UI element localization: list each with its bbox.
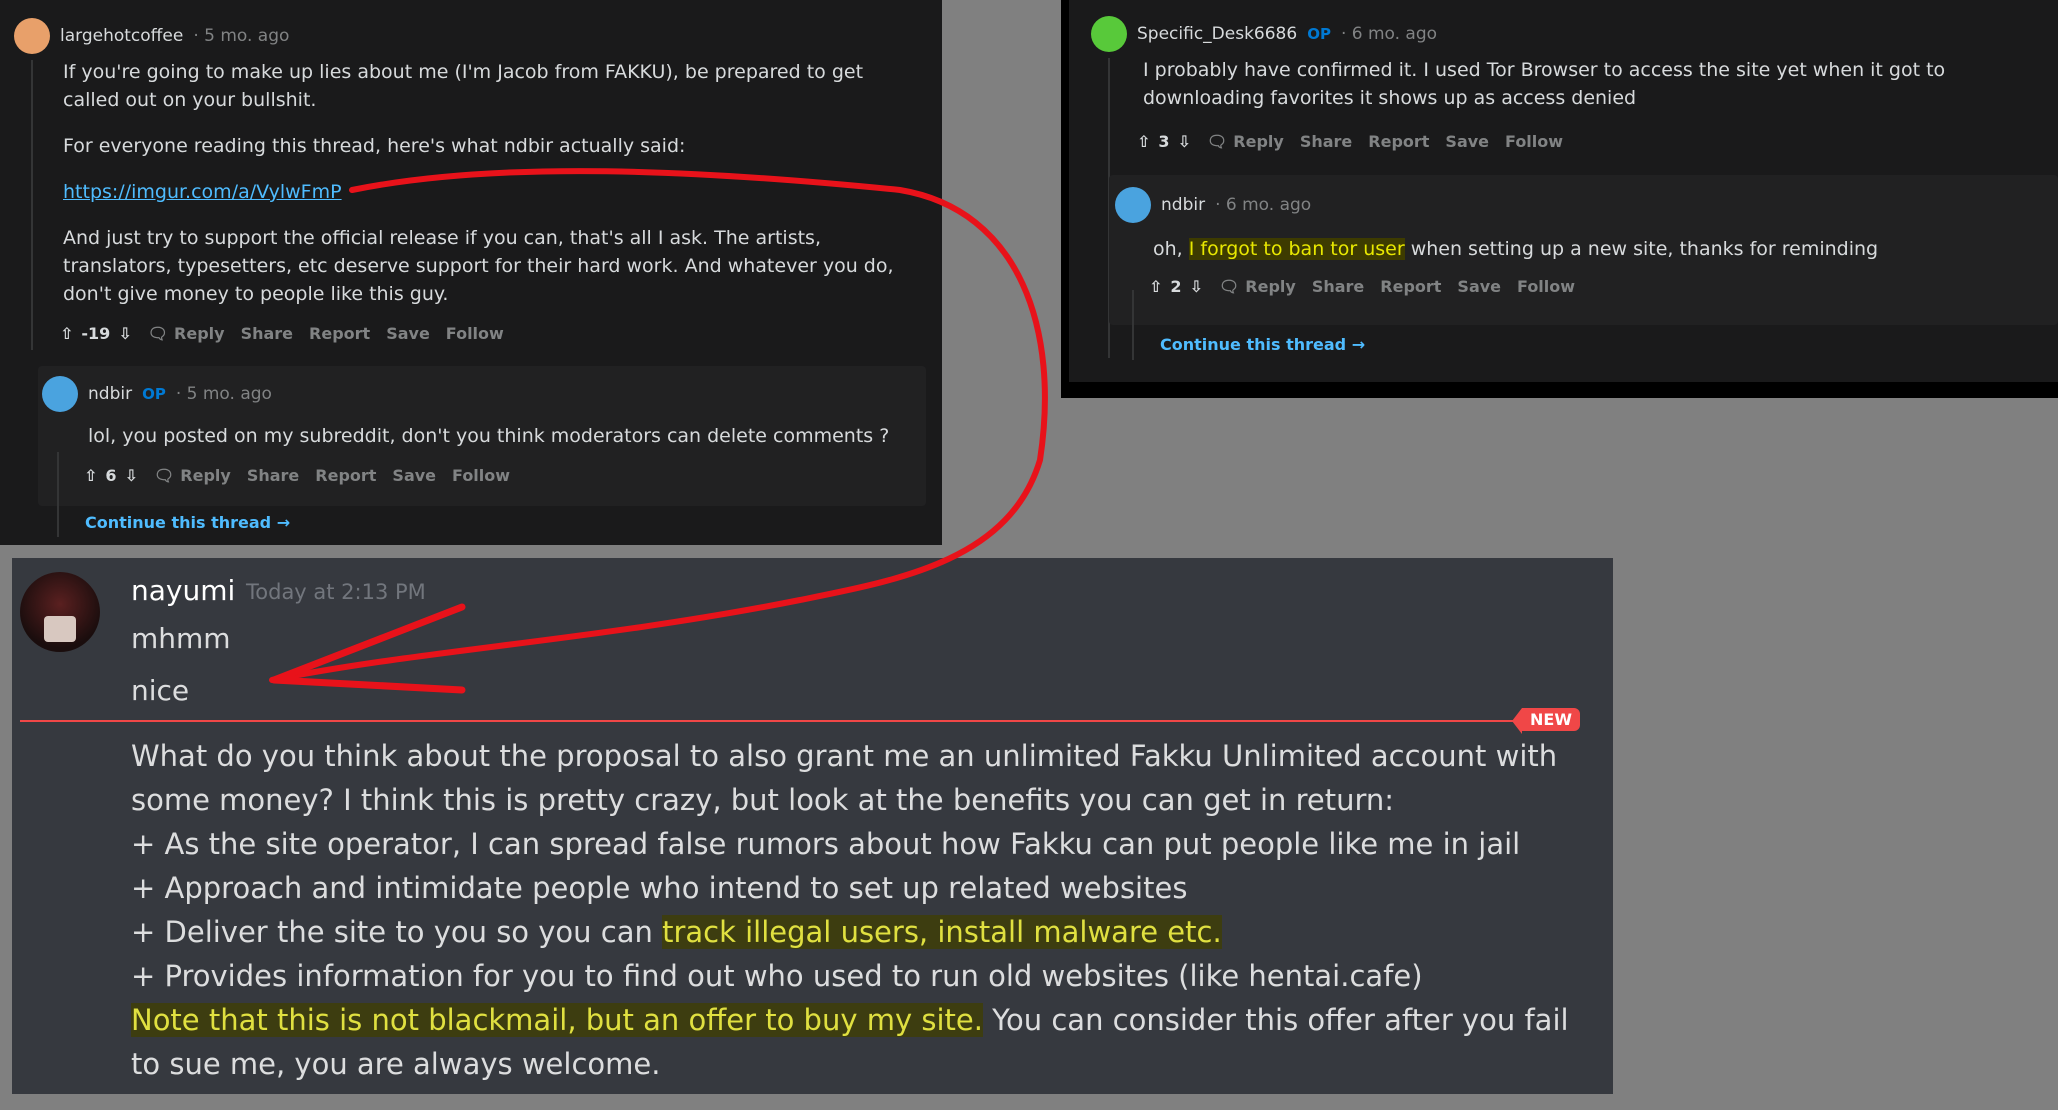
message-line: Note that this is not blackmail, but an … bbox=[131, 1003, 1569, 1081]
imgur-link[interactable]: https://imgur.com/a/VylwFmP bbox=[63, 178, 923, 206]
username[interactable]: ndbir bbox=[88, 384, 132, 404]
share-button[interactable]: Share bbox=[1300, 132, 1352, 151]
arrow-right-icon: → bbox=[276, 513, 291, 532]
continue-thread-link[interactable]: Continue this thread → bbox=[1160, 335, 1365, 354]
save-button[interactable]: Save bbox=[1445, 132, 1489, 151]
downvote-icon[interactable]: ⇩ bbox=[1190, 277, 1203, 296]
timestamp: · 5 mo. ago bbox=[175, 384, 272, 404]
avatar[interactable] bbox=[20, 572, 100, 652]
report-button[interactable]: Report bbox=[315, 466, 376, 485]
downvote-icon[interactable]: ⇩ bbox=[1178, 132, 1191, 151]
message-long: What do you think about the proposal to … bbox=[131, 734, 1571, 1086]
username[interactable]: largehotcoffee bbox=[60, 26, 183, 46]
message-line: What do you think about the proposal to … bbox=[131, 739, 1558, 817]
comment-actions: ⇧ -19 ⇩ 🗨 Reply Share Report Save Follow bbox=[60, 324, 504, 343]
timestamp: · 6 mo. ago bbox=[1215, 195, 1312, 215]
save-button[interactable]: Save bbox=[1457, 277, 1501, 296]
upvote-icon[interactable]: ⇧ bbox=[60, 324, 73, 343]
share-button[interactable]: Share bbox=[241, 324, 293, 343]
reply-comment: ndbir · 6 mo. ago oh, I forgot to ban to… bbox=[1109, 175, 2058, 325]
share-button[interactable]: Share bbox=[1312, 277, 1364, 296]
message-line: + Provides information for you to find o… bbox=[131, 959, 1423, 993]
highlighted-text: Note that this is not blackmail, but an … bbox=[131, 1003, 983, 1037]
timestamp: Today at 2:13 PM bbox=[246, 580, 426, 604]
save-button[interactable]: Save bbox=[392, 466, 436, 485]
follow-button[interactable]: Follow bbox=[446, 324, 504, 343]
reply-actions: ⇧ 2 ⇩ 🗨 Reply Share Report Save Follow bbox=[1149, 277, 1575, 296]
report-button[interactable]: Report bbox=[309, 324, 370, 343]
vote-count: -19 bbox=[81, 324, 111, 343]
continue-thread-link[interactable]: Continue this thread → bbox=[85, 513, 290, 532]
comment-header: Specific_Desk6686 OP · 6 mo. ago bbox=[1091, 16, 1437, 52]
reply-button[interactable]: 🗨 Reply bbox=[1219, 277, 1296, 296]
timestamp: · 5 mo. ago bbox=[193, 26, 290, 46]
upvote-icon[interactable]: ⇧ bbox=[1137, 132, 1150, 151]
message-line: + Approach and intimidate people who int… bbox=[131, 871, 1188, 905]
reply-button[interactable]: 🗨 Reply bbox=[154, 466, 231, 485]
op-badge: OP bbox=[1307, 25, 1331, 43]
highlighted-text: I forgot to ban tor user bbox=[1188, 238, 1405, 260]
follow-button[interactable]: Follow bbox=[1517, 277, 1575, 296]
arrow-right-icon: → bbox=[1351, 335, 1366, 354]
reddit-thread-left: largehotcoffee · 5 mo. ago If you're goi… bbox=[0, 0, 942, 545]
thread-line[interactable] bbox=[57, 452, 59, 537]
username[interactable]: nayumi bbox=[131, 574, 235, 607]
reply-header: ndbir · 6 mo. ago bbox=[1115, 187, 1311, 223]
thread-line[interactable] bbox=[1132, 290, 1134, 360]
paragraph: For everyone reading this thread, here's… bbox=[63, 135, 686, 157]
comment-icon: 🗨 bbox=[1206, 132, 1228, 151]
comment-actions: ⇧ 3 ⇩ 🗨 Reply Share Report Save Follow bbox=[1137, 132, 1563, 151]
reddit-thread-right: Specific_Desk6686 OP · 6 mo. ago I proba… bbox=[1061, 0, 2058, 398]
follow-button[interactable]: Follow bbox=[1505, 132, 1563, 151]
reply-comment: ndbir OP · 5 mo. ago lol, you posted on … bbox=[38, 366, 926, 506]
vote-count: 3 bbox=[1158, 132, 1170, 151]
upvote-icon[interactable]: ⇧ bbox=[1149, 277, 1162, 296]
comment-icon: 🗨 bbox=[147, 324, 169, 343]
message: mhmm bbox=[131, 622, 231, 655]
message-line: + Deliver the site to you so you can tra… bbox=[131, 915, 1222, 949]
vote-count: 6 bbox=[105, 466, 117, 485]
report-button[interactable]: Report bbox=[1368, 132, 1429, 151]
avatar[interactable] bbox=[14, 18, 50, 54]
avatar[interactable] bbox=[1115, 187, 1151, 223]
discord-chat: nayumi Today at 2:13 PM mhmm nice NEW Wh… bbox=[12, 558, 1613, 1094]
username[interactable]: ndbir bbox=[1161, 195, 1205, 215]
op-badge: OP bbox=[142, 385, 166, 403]
downvote-icon[interactable]: ⇩ bbox=[118, 324, 131, 343]
message: nice bbox=[131, 674, 190, 707]
vote-count: 2 bbox=[1170, 277, 1182, 296]
new-messages-divider bbox=[20, 720, 1525, 722]
comment-body: If you're going to make up lies about me… bbox=[63, 58, 923, 308]
paragraph: And just try to support the official rel… bbox=[63, 227, 894, 305]
reply-button[interactable]: 🗨 Reply bbox=[1207, 132, 1284, 151]
vote-group: ⇧ -19 ⇩ bbox=[60, 324, 132, 343]
comment-header: largehotcoffee · 5 mo. ago bbox=[14, 18, 289, 54]
highlighted-text: track illegal users, install malware etc… bbox=[662, 915, 1222, 949]
report-button[interactable]: Report bbox=[1380, 277, 1441, 296]
avatar[interactable] bbox=[42, 376, 78, 412]
reply-body: lol, you posted on my subreddit, don't y… bbox=[88, 425, 890, 447]
upvote-icon[interactable]: ⇧ bbox=[84, 466, 97, 485]
follow-button[interactable]: Follow bbox=[452, 466, 510, 485]
reply-button[interactable]: 🗨 Reply bbox=[148, 324, 225, 343]
username[interactable]: Specific_Desk6686 bbox=[1137, 24, 1297, 44]
message-line: + As the site operator, I can spread fal… bbox=[131, 827, 1521, 861]
comment-icon: 🗨 bbox=[153, 466, 175, 485]
reply-actions: ⇧ 6 ⇩ 🗨 Reply Share Report Save Follow bbox=[84, 466, 510, 485]
save-button[interactable]: Save bbox=[386, 324, 430, 343]
comment-icon: 🗨 bbox=[1218, 277, 1240, 296]
paragraph: If you're going to make up lies about me… bbox=[63, 61, 864, 111]
comment-body: I probably have confirmed it. I used Tor… bbox=[1143, 59, 1946, 109]
share-button[interactable]: Share bbox=[247, 466, 299, 485]
downvote-icon[interactable]: ⇩ bbox=[125, 466, 138, 485]
new-badge: NEW bbox=[1512, 708, 1580, 734]
reply-body: oh, I forgot to ban tor user when settin… bbox=[1153, 238, 1879, 260]
reply-header: ndbir OP · 5 mo. ago bbox=[42, 376, 272, 412]
timestamp: · 6 mo. ago bbox=[1340, 24, 1438, 44]
thread-line[interactable] bbox=[31, 60, 33, 350]
avatar[interactable] bbox=[1091, 16, 1127, 52]
